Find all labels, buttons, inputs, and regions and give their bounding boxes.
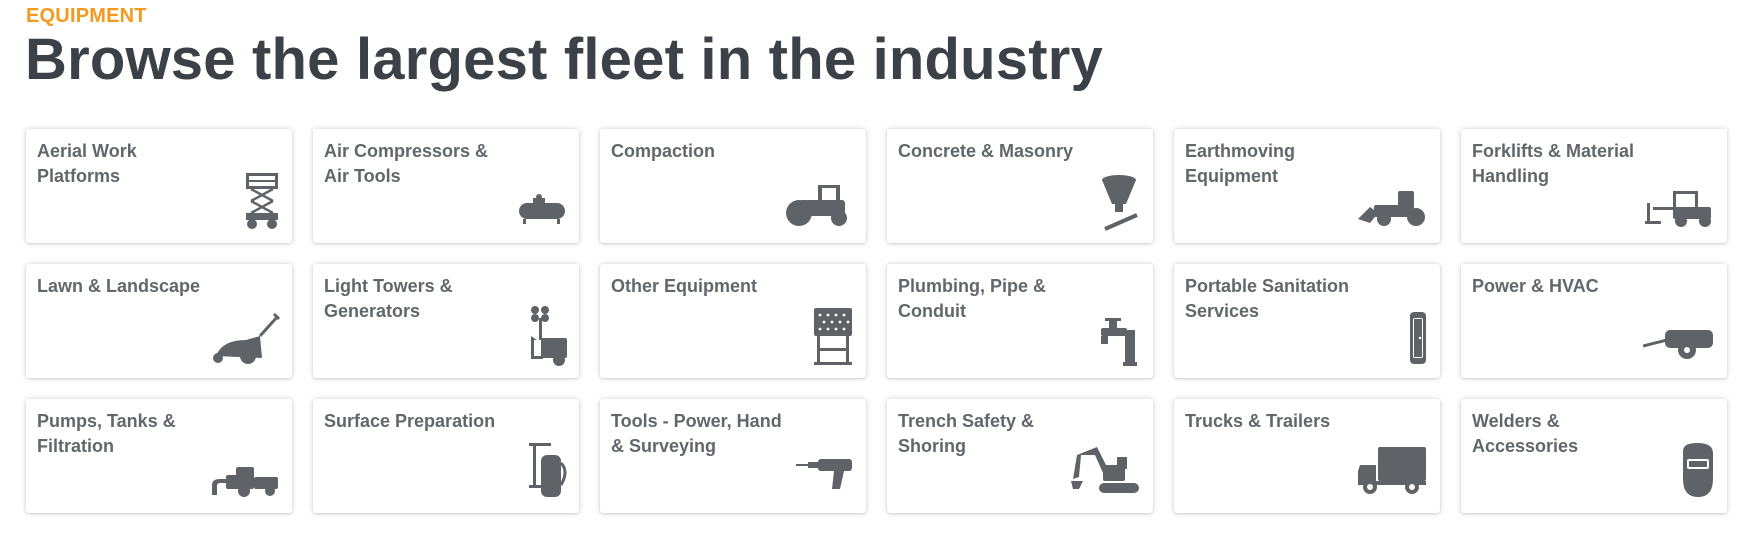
category-label: Lawn & Landscape [37, 276, 201, 296]
category-label: Power & HVAC [1472, 276, 1599, 296]
category-label: Surface Preparation [324, 411, 496, 431]
category-label: Earthmoving Equipment [1185, 141, 1296, 186]
message-board-icon [782, 306, 854, 366]
category-card[interactable]: Compaction [600, 129, 866, 243]
lawn-mower-icon [208, 306, 280, 366]
category-card[interactable]: Portable Sanitation Services [1174, 264, 1440, 378]
welding-helmet-icon [1643, 441, 1715, 501]
category-label: Pumps, Tanks & Filtration [37, 411, 176, 456]
category-card[interactable]: Air Compressors & Air Tools [313, 129, 579, 243]
category-card[interactable]: Aerial Work Platforms [26, 129, 292, 243]
scissor-lift-icon [208, 171, 280, 231]
forklift-icon [1643, 171, 1715, 231]
category-label: Concrete & Masonry [898, 141, 1074, 161]
category-card[interactable]: Pumps, Tanks & Filtration [26, 399, 292, 513]
concrete-hopper-icon [1069, 171, 1141, 231]
category-card[interactable]: Power & HVAC [1461, 264, 1727, 378]
category-label: Air Compressors & Air Tools [324, 141, 489, 186]
pump-icon [208, 441, 280, 501]
category-card[interactable]: Plumbing, Pipe & Conduit [887, 264, 1153, 378]
category-card[interactable]: Forklifts & Material Handling [1461, 129, 1727, 243]
box-truck-icon [1356, 441, 1428, 501]
section-eyebrow: EQUIPMENT [26, 5, 147, 27]
page-title: Browse the largest fleet in the industry [25, 27, 1103, 92]
category-grid: Aerial Work Platforms Air Compressors & A… [26, 129, 1727, 513]
drill-icon [782, 441, 854, 501]
faucet-pipe-icon [1069, 306, 1141, 366]
category-card[interactable]: Trench Safety & Shoring [887, 399, 1153, 513]
category-card[interactable]: Surface Preparation [313, 399, 579, 513]
portable-toilet-icon [1356, 306, 1428, 366]
category-card[interactable]: Trucks & Trailers [1174, 399, 1440, 513]
category-card[interactable]: Light Towers & Generators [313, 264, 579, 378]
towable-generator-icon [1643, 306, 1715, 366]
wheel-loader-icon [1356, 171, 1428, 231]
category-label: Tools - Power, Hand & Surveying [611, 411, 782, 456]
category-card[interactable]: Lawn & Landscape [26, 264, 292, 378]
category-label: Trench Safety & Shoring [898, 411, 1035, 456]
road-roller-icon [782, 171, 854, 231]
excavator-icon [1069, 441, 1141, 501]
category-label: Light Towers & Generators [324, 276, 453, 321]
category-label: Plumbing, Pipe & Conduit [898, 276, 1047, 321]
light-tower-icon [495, 306, 567, 366]
category-label: Portable Sanitation Services [1185, 276, 1350, 321]
category-card[interactable]: Welders & Accessories [1461, 399, 1727, 513]
category-card[interactable]: Tools - Power, Hand & Surveying [600, 399, 866, 513]
category-label: Other Equipment [611, 276, 758, 296]
category-label: Aerial Work Platforms [37, 141, 137, 186]
category-label: Trucks & Trailers [1185, 411, 1331, 431]
category-card[interactable]: Other Equipment [600, 264, 866, 378]
category-label: Compaction [611, 141, 716, 161]
floor-buffer-icon [495, 441, 567, 501]
category-card[interactable]: Concrete & Masonry [887, 129, 1153, 243]
air-compressor-icon [495, 171, 567, 231]
category-card[interactable]: Earthmoving Equipment [1174, 129, 1440, 243]
category-label: Welders & Accessories [1472, 411, 1579, 456]
category-label: Forklifts & Material Handling [1472, 141, 1635, 186]
